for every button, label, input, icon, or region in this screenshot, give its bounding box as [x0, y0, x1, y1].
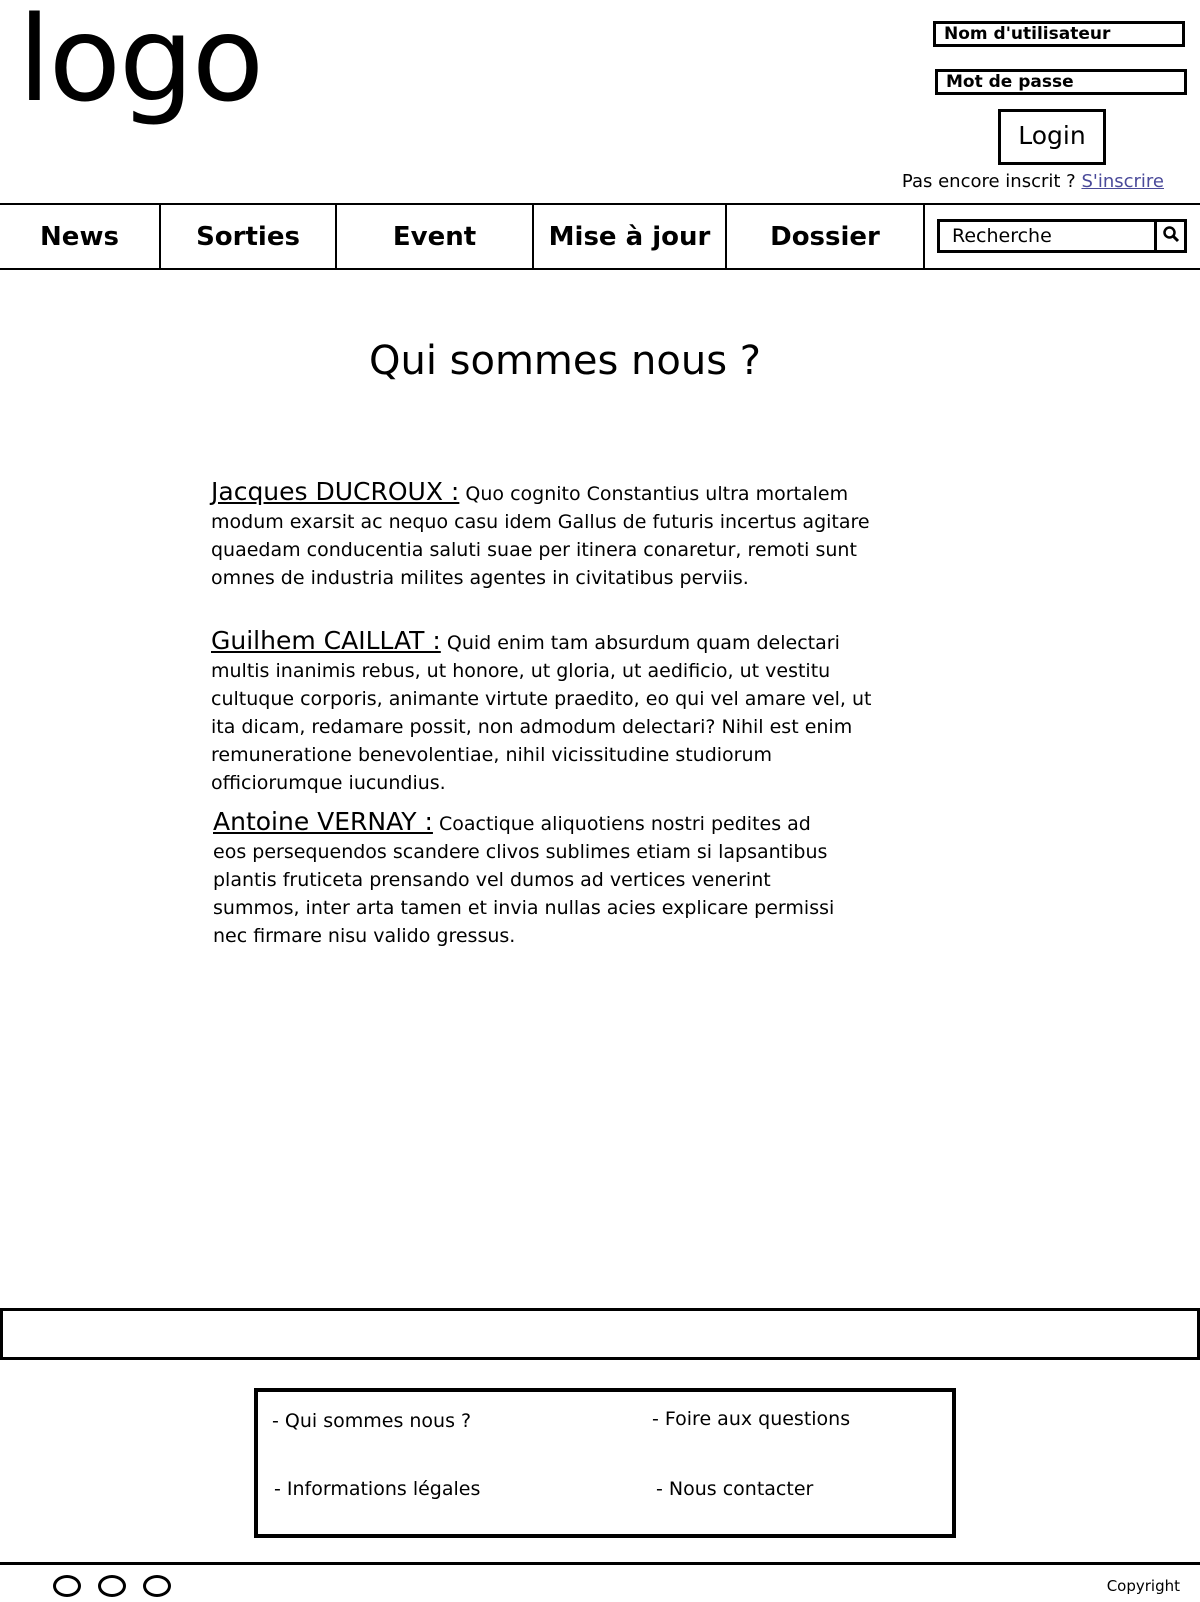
social-circle-icon[interactable] — [53, 1575, 81, 1597]
bio-name: Jacques DUCROUX : — [211, 477, 460, 506]
logo: logo — [18, 0, 264, 128]
nav-item-event[interactable]: Event — [337, 205, 534, 268]
bio-entry: Guilhem CAILLAT : Quid enim tam absurdum… — [211, 627, 901, 797]
nav-item-mise-a-jour[interactable]: Mise à jour — [534, 205, 727, 268]
search-button[interactable] — [1154, 222, 1184, 250]
bio-entry: Jacques DUCROUX : Quo cognito Constantiu… — [211, 478, 919, 592]
username-field[interactable] — [933, 21, 1185, 47]
bio-name: Antoine VERNAY : — [213, 807, 433, 836]
nav-item-news[interactable]: News — [0, 205, 161, 268]
search-area — [925, 205, 1200, 268]
footer-link-about[interactable]: - Qui sommes nous ? — [272, 1410, 471, 1432]
bio-name: Guilhem CAILLAT : — [211, 626, 441, 655]
bottom-bar: Copyright — [0, 1562, 1200, 1602]
social-circle-icon[interactable] — [98, 1575, 126, 1597]
footer-link-faq[interactable]: - Foire aux questions — [652, 1408, 850, 1430]
bio-text: Quid enim tam absurdum quam delectari mu… — [211, 632, 872, 794]
footer-link-contact[interactable]: - Nous contacter — [656, 1478, 813, 1500]
register-prompt-text: Pas encore inscrit ? — [901, 171, 1076, 192]
nav-item-sorties[interactable]: Sorties — [161, 205, 337, 268]
footer-links-box: - Qui sommes nous ? - Foire aux question… — [254, 1388, 956, 1538]
register-link[interactable]: S'inscrire — [1081, 171, 1164, 192]
footer-bar — [0, 1308, 1200, 1360]
login-button[interactable]: Login — [998, 109, 1106, 165]
password-field[interactable] — [935, 69, 1187, 95]
social-circle-icon[interactable] — [143, 1575, 171, 1597]
search-icon — [1162, 225, 1180, 247]
page-title: Qui sommes nous ? — [368, 338, 762, 384]
search-input[interactable] — [940, 222, 1152, 250]
search-box — [937, 219, 1187, 253]
copyright: Copyright — [1106, 1577, 1180, 1595]
nav-item-dossier[interactable]: Dossier — [727, 205, 925, 268]
register-prompt: Pas encore inscrit ? S'inscrire — [902, 171, 1164, 192]
footer-link-legal[interactable]: - Informations légales — [274, 1478, 480, 1500]
main-nav: News Sorties Event Mise à jour Dossier — [0, 203, 1200, 270]
bio-entry: Antoine VERNAY : Coactique aliquotiens n… — [213, 808, 845, 950]
